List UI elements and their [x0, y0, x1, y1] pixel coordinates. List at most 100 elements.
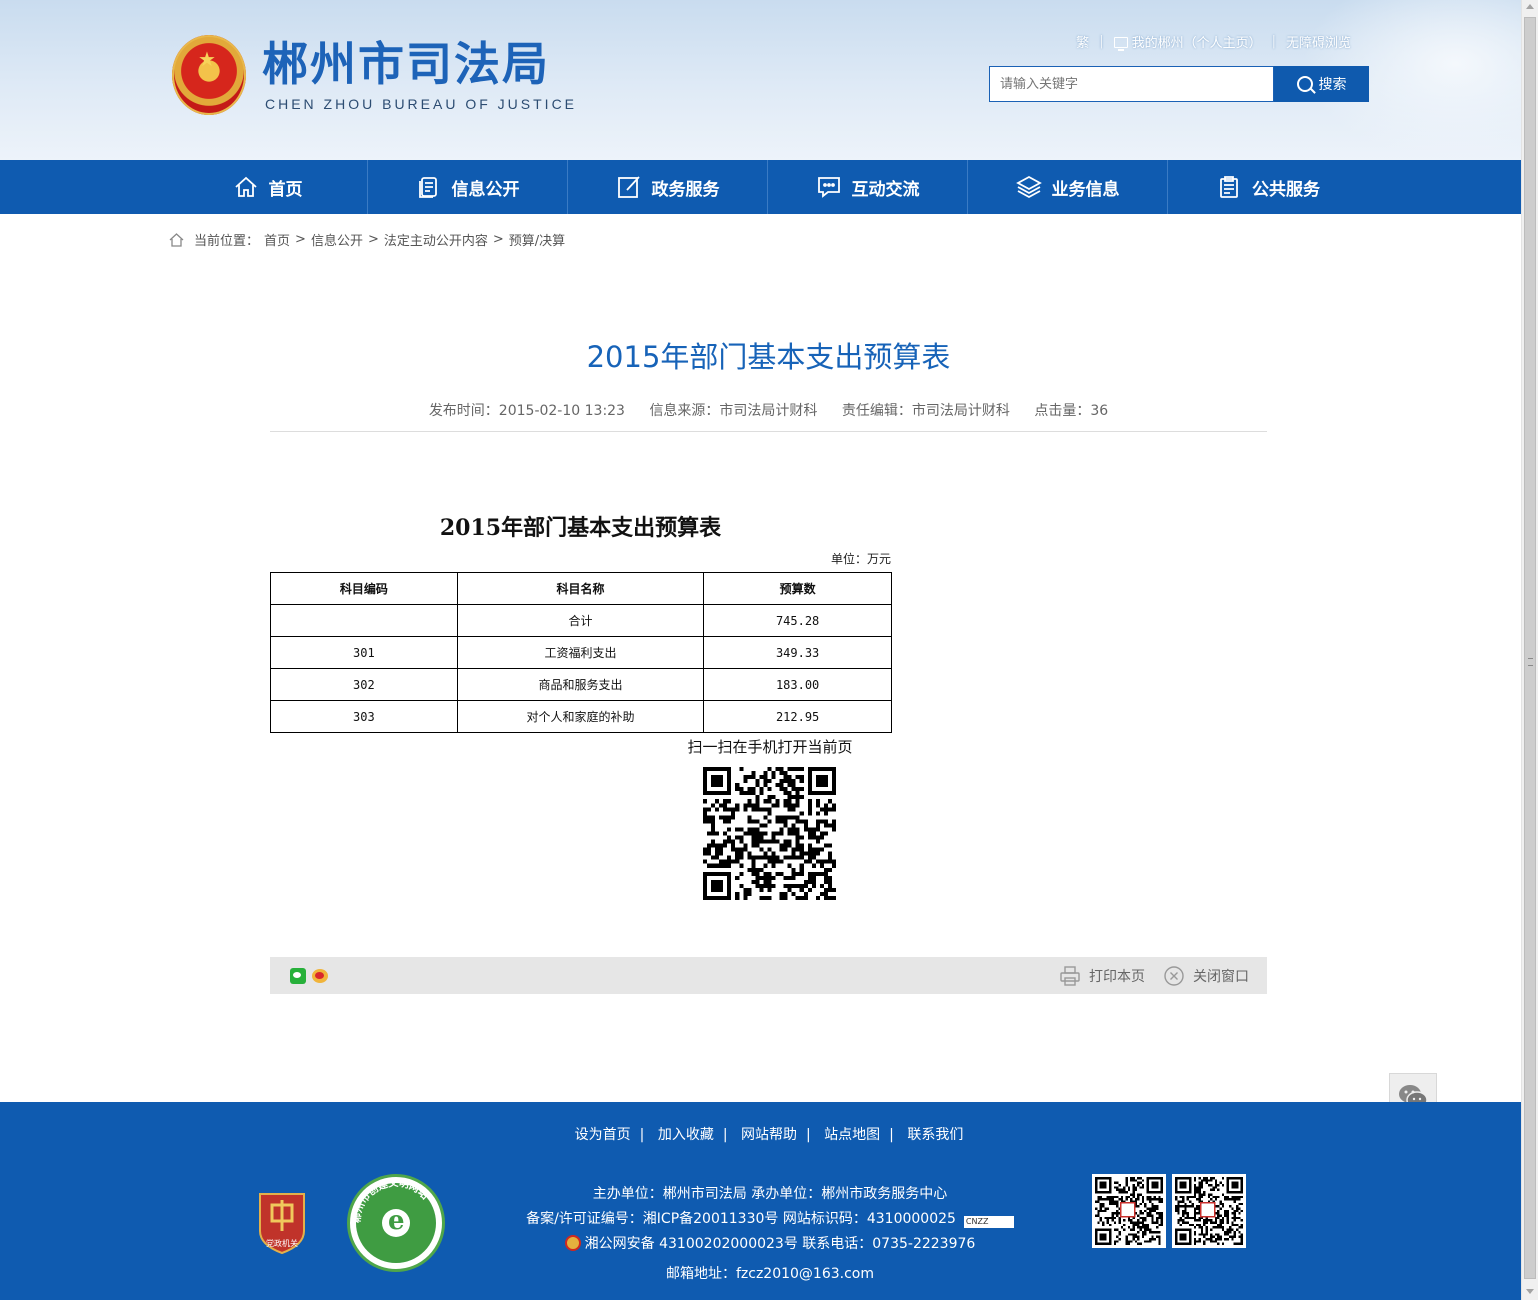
- site-footer: 设为首页 | 加入收藏 | 网站帮助 | 站点地图 | 联系我们 主办单位：郴州市司法局…: [0, 1102, 1521, 1300]
- nav-item-gov-services[interactable]: 政务服务: [568, 160, 768, 214]
- party-gov-badge-icon[interactable]: 党政机关: [256, 1191, 308, 1254]
- table-cell: 302: [270, 668, 458, 701]
- sitemap-link[interactable]: 站点地图: [824, 1127, 880, 1143]
- close-circle-icon: [1164, 966, 1184, 986]
- weibo-share-icon[interactable]: [312, 969, 328, 983]
- add-favorite-link[interactable]: 加入收藏: [658, 1127, 714, 1143]
- nav-item-label: 信息公开: [451, 179, 520, 200]
- footer-icp-line: 备案/许可证编号：湘ICP备20011330号 网站标识码：4310000025…: [480, 1207, 1060, 1232]
- breadcrumb-sep: >: [492, 232, 504, 247]
- scroll-up-arrow-icon[interactable]: [1526, 4, 1534, 9]
- qr-caption: 扫一扫在手机打开当前页: [687, 738, 853, 756]
- badge1-text: 党政机关: [266, 1238, 298, 1248]
- site-name[interactable]: 郴州市司法局: [262, 36, 550, 92]
- bar-actions: 打印本页 关闭窗口: [1059, 965, 1249, 987]
- nav-item-label: 公共服务: [1252, 179, 1320, 200]
- traditional-chinese-link[interactable]: 繁: [1076, 32, 1089, 51]
- footer-police[interactable]: 湘公网安备 43100202000023号 联系电话：0735-2223976: [585, 1236, 976, 1252]
- top-links: 繁 | 我的郴州（个人主页） | 无障碍浏览: [1076, 32, 1351, 51]
- document-icon: [418, 177, 437, 198]
- nav-item-label: 业务信息: [1051, 179, 1120, 200]
- nav-item-label: 互动交流: [851, 179, 920, 200]
- footer-icp[interactable]: 备案/许可证编号：湘ICP备20011330号 网站标识码：4310000025: [526, 1211, 956, 1227]
- nav-item-label: 首页: [268, 179, 303, 200]
- nav-item-business-info[interactable]: 业务信息: [968, 160, 1168, 214]
- table-cell: 745.28: [703, 604, 892, 637]
- monitor-icon: [1113, 37, 1128, 51]
- my-chenzhou-label: 我的郴州（个人主页）: [1131, 36, 1262, 51]
- breadcrumb: 当前位置： 首页 > 信息公开 > 法定主动公开内容 > 预算/决算: [168, 230, 565, 249]
- table-cell: 合计: [456, 604, 705, 637]
- site-name-en: CHEN ZHOU BUREAU OF JUSTICE: [265, 96, 578, 112]
- separator: |: [1099, 34, 1104, 49]
- breadcrumb-budget[interactable]: 预算/决算: [509, 230, 565, 249]
- table-cell: 商品和服务支出: [456, 668, 705, 701]
- edit-icon: [617, 176, 640, 198]
- table-cell: 工资福利支出: [456, 636, 705, 669]
- site-header: ★ 郴州市司法局 CHEN ZHOU BUREAU OF JUSTICE 繁 |…: [0, 0, 1521, 160]
- search-box: 搜索: [989, 66, 1369, 102]
- contact-link[interactable]: 联系我们: [907, 1127, 963, 1143]
- national-emblem-icon: ★: [172, 35, 246, 115]
- site-help-link[interactable]: 网站帮助: [741, 1127, 797, 1143]
- document-title: 2015年部门基本支出预算表: [439, 515, 722, 541]
- breadcrumb-home[interactable]: 首页: [264, 230, 290, 249]
- home-icon: [234, 176, 257, 197]
- table-cell: 303: [270, 700, 458, 733]
- column-header: 科目编码: [270, 572, 458, 605]
- nav-item-info-disclosure[interactable]: 信息公开: [368, 160, 568, 214]
- search-button-label: 搜索: [1318, 77, 1347, 93]
- scroll-grip: [1528, 658, 1533, 666]
- table-cell: 349.33: [703, 636, 892, 669]
- close-window-label: 关闭窗口: [1193, 969, 1249, 985]
- article-meta: 发布时间：2015-02-10 13:23 信息来源：市司法局计财科 责任编辑：…: [270, 400, 1267, 420]
- civilized-website-badge-icon[interactable]: 郴州市创建文明网站: [347, 1174, 445, 1272]
- footer-qr-code-1[interactable]: [1092, 1174, 1166, 1248]
- table-cell: [270, 604, 458, 637]
- breadcrumb-prefix: 当前位置：: [194, 234, 260, 249]
- budget-table: 科目编码 科目名称 预算数 合计 745.28 301 工资福利支出 349.3…: [270, 572, 892, 733]
- nav-item-home[interactable]: 首页: [168, 160, 368, 214]
- breadcrumb-info-disclosure[interactable]: 信息公开: [311, 230, 363, 249]
- my-chenzhou-link[interactable]: 我的郴州（个人主页）: [1113, 32, 1262, 51]
- vertical-scrollbar[interactable]: [1521, 0, 1538, 1300]
- footer-email: 邮箱地址：fzcz2010@163.com: [665, 1266, 875, 1282]
- close-window-button[interactable]: 关闭窗口: [1163, 965, 1249, 987]
- set-homepage-link[interactable]: 设为首页: [575, 1127, 631, 1143]
- scroll-down-arrow-icon[interactable]: [1526, 1289, 1534, 1294]
- unit-label: 单位：万元: [830, 552, 891, 566]
- scroll-thumb[interactable]: [1524, 17, 1536, 1279]
- separator: |: [639, 1127, 645, 1143]
- cnzz-badge[interactable]: CNZZ: [963, 1216, 1014, 1228]
- nav-item-public-services[interactable]: 公共服务: [1168, 160, 1368, 214]
- nav-item-interaction[interactable]: 互动交流: [768, 160, 968, 214]
- layers-icon: [1015, 175, 1042, 199]
- main-nav: 首页 信息公开 政务服务 互动交流 业务信息 公共服务: [0, 160, 1521, 214]
- search-button[interactable]: 搜索: [1274, 66, 1369, 102]
- chat-icon: [817, 177, 840, 198]
- print-button[interactable]: 打印本页: [1059, 965, 1145, 987]
- wechat-share-icon[interactable]: [290, 968, 306, 984]
- column-header: 科目名称: [456, 572, 705, 605]
- breadcrumb-statutory-content[interactable]: 法定主动公开内容: [384, 230, 488, 249]
- footer-qr-code-2[interactable]: [1172, 1174, 1246, 1248]
- svg-text:郴州市创建文明网站: 郴州市创建文明网站: [350, 1176, 432, 1224]
- badge2-ring-text: 郴州市创建文明网站: [350, 1176, 432, 1224]
- share-bar: 打印本页 关闭窗口: [270, 957, 1267, 994]
- table-row: 303 对个人和家庭的补助 212.95: [270, 700, 892, 733]
- table-row: 合计 745.28: [270, 604, 892, 637]
- clipboard-icon: [1220, 176, 1238, 198]
- table-cell: 212.95: [703, 700, 892, 733]
- divider: [270, 431, 1267, 432]
- nav-item-label: 政务服务: [651, 179, 720, 200]
- separator: |: [1271, 34, 1276, 49]
- accessibility-link[interactable]: 无障碍浏览: [1286, 32, 1351, 51]
- search-input[interactable]: [989, 66, 1274, 102]
- footer-sponsor: 主办单位：郴州市司法局 承办单位：郴州市政务服务中心: [592, 1186, 948, 1202]
- table-cell: 对个人和家庭的补助: [456, 700, 705, 733]
- separator: |: [722, 1127, 728, 1143]
- publish-time: 发布时间：2015-02-10 13:23: [428, 403, 625, 419]
- table-row: 301 工资福利支出 349.33: [270, 636, 892, 669]
- breadcrumb-sep: >: [367, 232, 379, 247]
- column-header: 预算数: [703, 572, 892, 605]
